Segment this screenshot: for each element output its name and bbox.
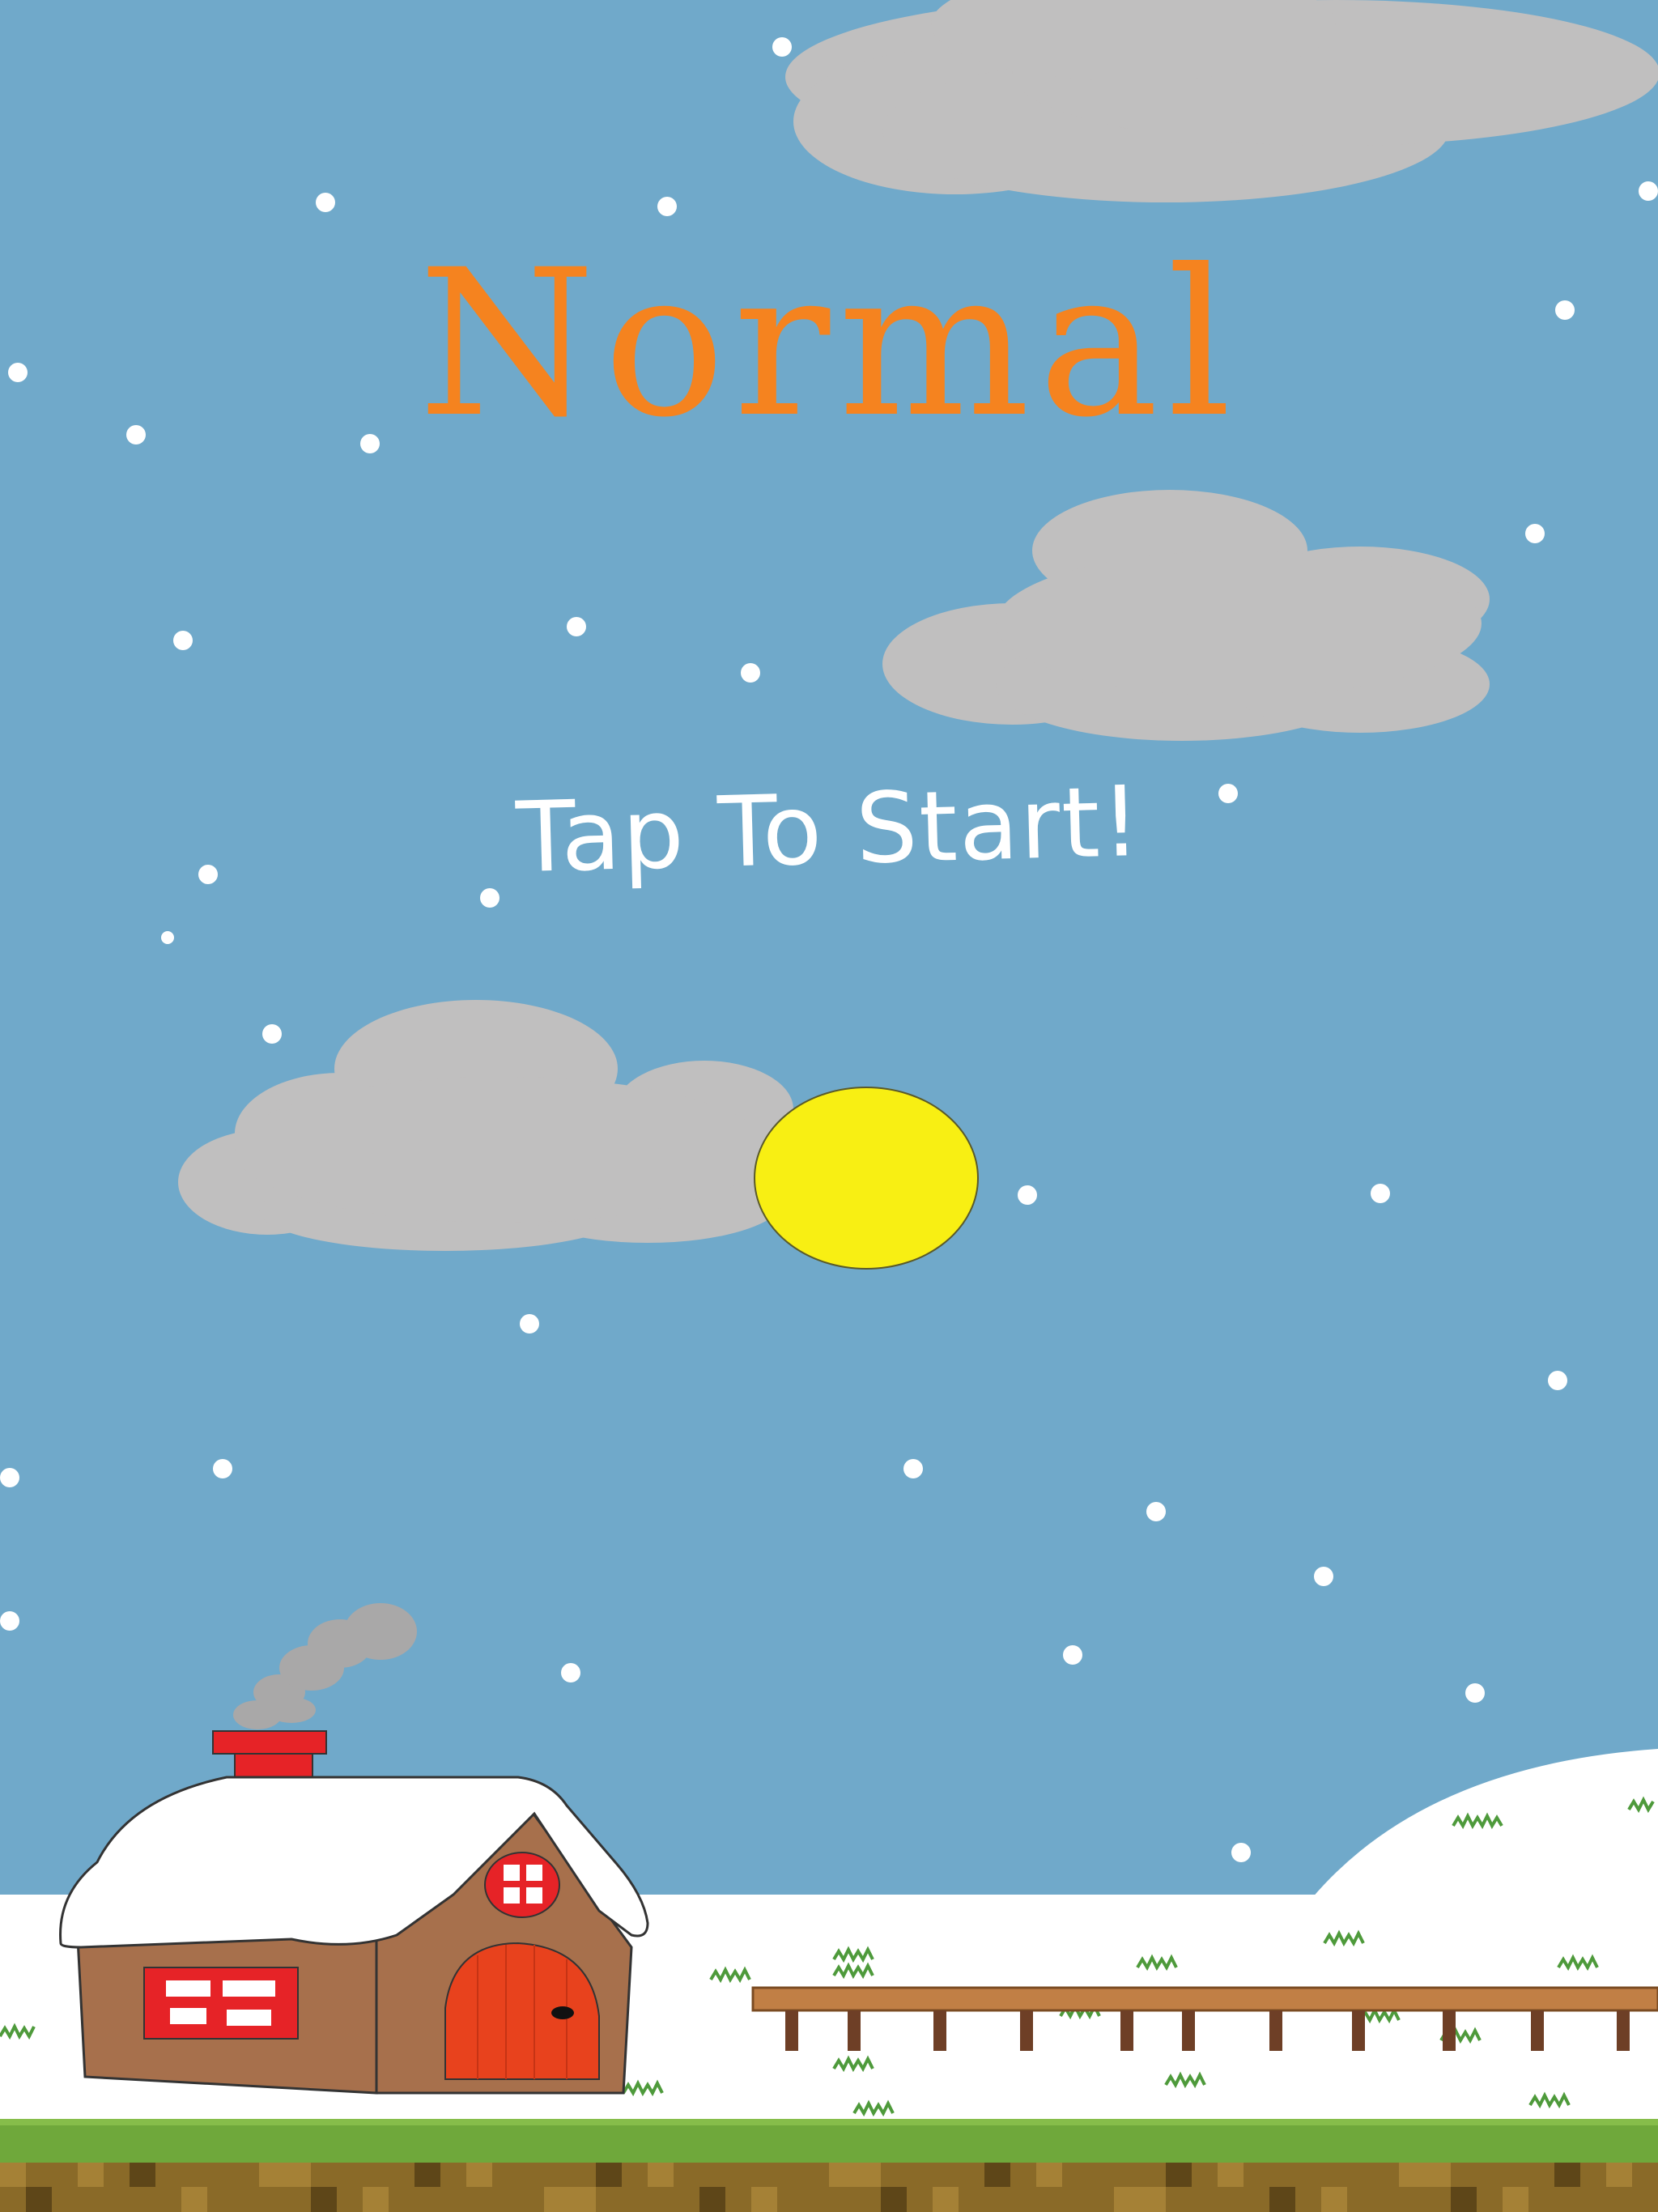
snowflake: [657, 197, 677, 216]
cloud-middle-right: [882, 490, 1490, 741]
snowflake: [1218, 784, 1238, 803]
house-window-left: [143, 1967, 299, 2040]
snowflake: [173, 631, 193, 650]
cloud-top-right: [785, 0, 1658, 202]
chimney: [212, 1730, 327, 1755]
snowflake: [1063, 1645, 1082, 1665]
snowflake: [903, 1459, 923, 1478]
snowflake: [1548, 1371, 1567, 1390]
snowflake: [0, 1611, 19, 1631]
snowflake: [772, 37, 792, 57]
snowflake: [1314, 1567, 1333, 1586]
snowflake: [561, 1663, 580, 1682]
grass-strip: [0, 2119, 1658, 2163]
snowflake: [1146, 1502, 1166, 1521]
snowflake: [1639, 181, 1658, 201]
snowflake: [213, 1459, 232, 1478]
chimney-smoke: [233, 1603, 417, 1729]
snowflake: [198, 865, 218, 884]
snowflake: [316, 193, 335, 212]
snowflake: [0, 1468, 19, 1487]
sun: [754, 1087, 979, 1270]
snowflake: [1465, 1683, 1485, 1703]
snowflake: [1018, 1185, 1037, 1205]
house-round-window: [484, 1852, 560, 1918]
snowflake: [1371, 1184, 1390, 1203]
snowflake: [262, 1024, 282, 1044]
house: [59, 1603, 649, 2095]
difficulty-title: Normal: [418, 226, 1240, 462]
house-door: [444, 1942, 600, 2080]
snowflake: [161, 931, 174, 944]
snowflake: [1525, 524, 1545, 543]
dirt-strip: [0, 2163, 1658, 2212]
snowflake: [520, 1314, 539, 1334]
snowflake: [567, 617, 586, 636]
snowflake: [741, 663, 760, 683]
tap-to-start-button[interactable]: Tap To Start!: [463, 751, 1195, 908]
door-knob: [551, 2006, 574, 2019]
snowflake: [1231, 1843, 1251, 1862]
